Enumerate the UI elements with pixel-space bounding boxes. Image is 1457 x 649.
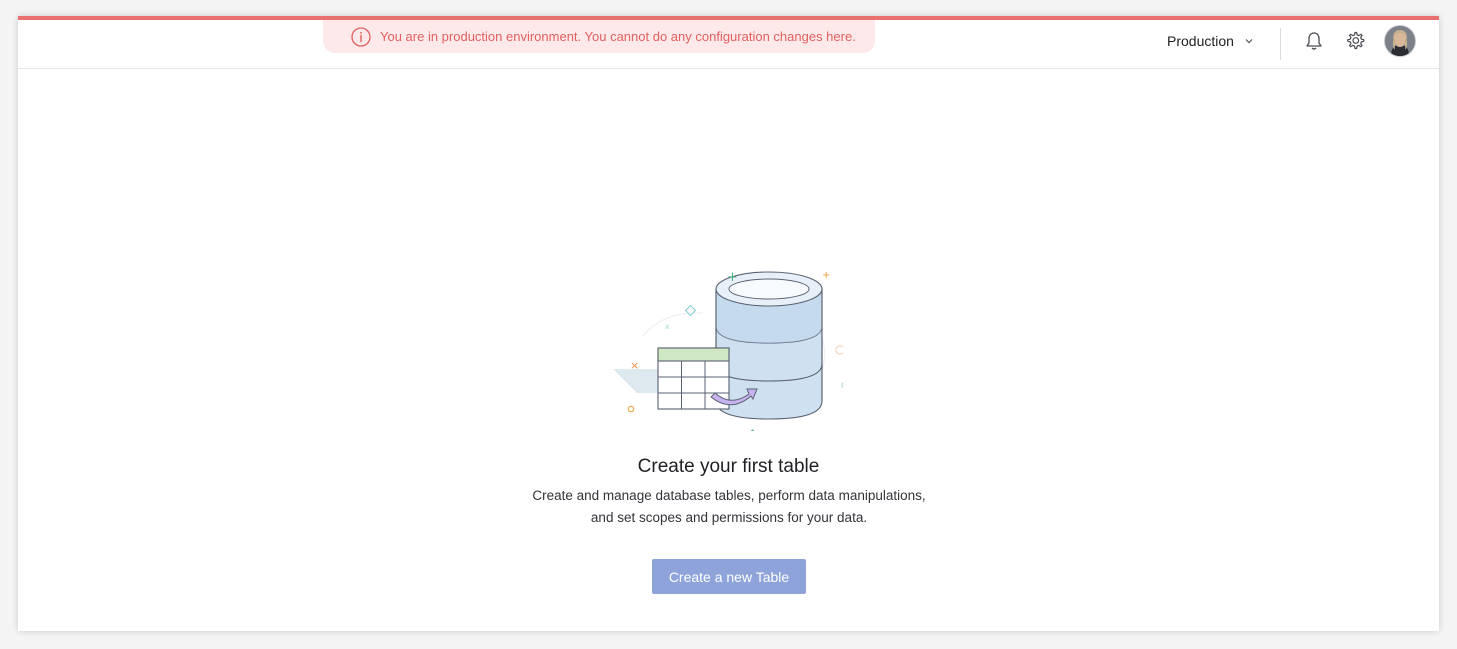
environment-selector[interactable]: Production bbox=[1167, 30, 1254, 52]
svg-text:×: × bbox=[630, 359, 639, 372]
chevron-down-icon bbox=[1244, 36, 1254, 46]
avatar[interactable] bbox=[1384, 25, 1416, 57]
database-table-illustration: + + x × bbox=[603, 251, 853, 438]
production-warning-banner: You are in production environment. You c… bbox=[323, 20, 875, 53]
header-divider bbox=[1280, 28, 1281, 60]
environment-label: Production bbox=[1167, 33, 1234, 49]
empty-state-description: Create and manage database tables, perfo… bbox=[478, 485, 980, 529]
svg-text:x: x bbox=[665, 322, 670, 331]
app-window: You are in production environment. You c… bbox=[18, 16, 1439, 631]
bell-icon[interactable] bbox=[1303, 30, 1325, 52]
empty-state-description-line1: Create and manage database tables, perfo… bbox=[532, 488, 926, 503]
create-new-table-button[interactable]: Create a new Table bbox=[652, 559, 806, 594]
empty-state-title: Create your first table bbox=[637, 456, 820, 477]
info-icon bbox=[351, 26, 371, 47]
top-header: You are in production environment. You c… bbox=[18, 20, 1439, 69]
svg-text:+: + bbox=[822, 270, 830, 281]
gear-icon[interactable] bbox=[1344, 30, 1366, 52]
svg-text:+: + bbox=[727, 270, 738, 285]
empty-state-description-line2: and set scopes and permissions for your … bbox=[590, 510, 868, 525]
production-warning-text: You are in production environment. You c… bbox=[380, 29, 856, 44]
